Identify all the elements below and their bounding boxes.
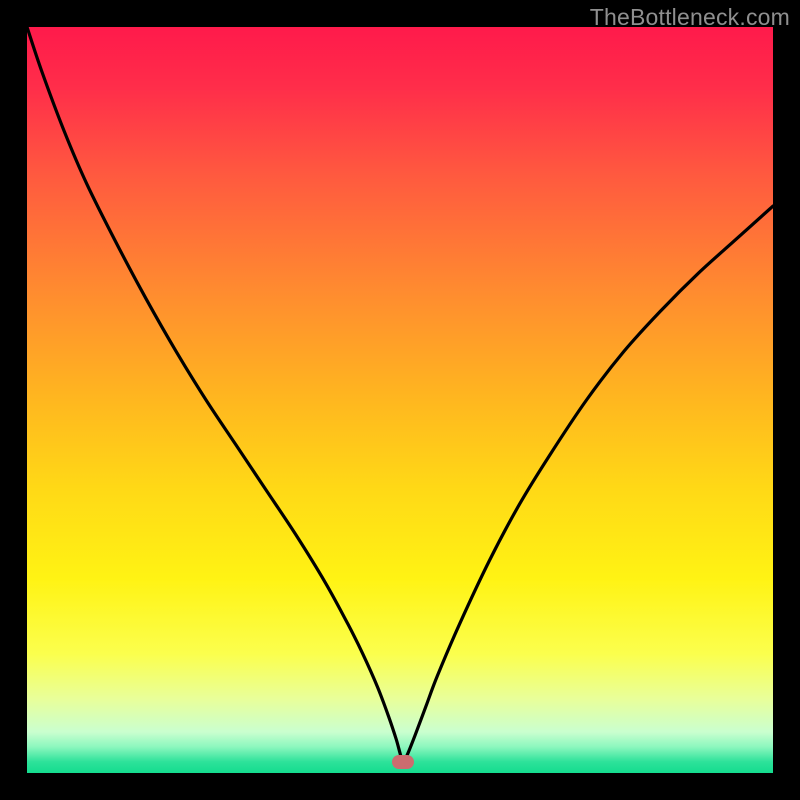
- optimal-point-marker: [392, 755, 414, 769]
- bottleneck-curve: [27, 27, 773, 773]
- watermark-text: TheBottleneck.com: [590, 4, 790, 31]
- chart-frame: TheBottleneck.com: [0, 0, 800, 800]
- plot-area: [27, 27, 773, 773]
